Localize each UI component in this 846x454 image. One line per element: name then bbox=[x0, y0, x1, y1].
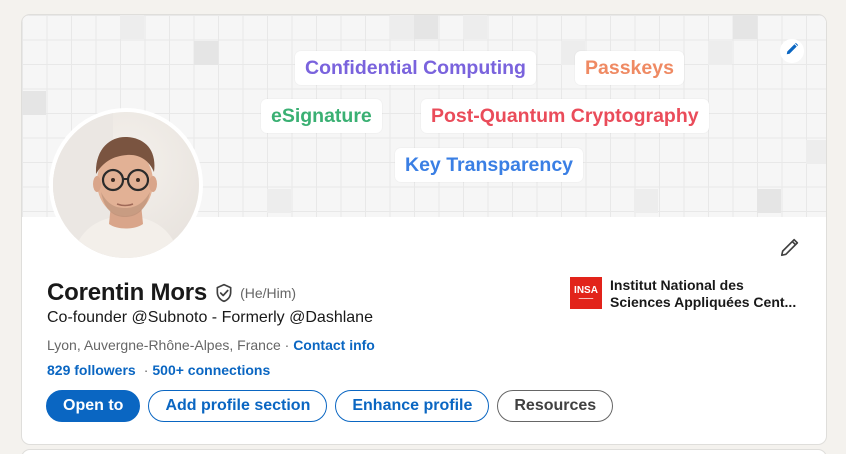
banner-grid-square bbox=[414, 15, 438, 39]
school-logo-text: INSA bbox=[574, 284, 598, 296]
profile-card: Confidential Computing Passkeys eSignatu… bbox=[21, 14, 827, 445]
banner-grid-square bbox=[733, 15, 757, 39]
pronouns: (He/Him) bbox=[240, 285, 297, 301]
avatar bbox=[53, 112, 199, 258]
add-profile-section-button[interactable]: Add profile section bbox=[148, 390, 328, 422]
banner-grid-square bbox=[634, 189, 658, 213]
school-logo: INSA ━━━━━━ bbox=[570, 277, 602, 309]
school-name-line2: Sciences Appliquées Cent... bbox=[610, 294, 797, 310]
resources-button[interactable]: Resources bbox=[497, 390, 614, 422]
education-link[interactable]: INSA ━━━━━━ Institut National des Scienc… bbox=[570, 277, 805, 311]
banner-grid-square bbox=[463, 15, 487, 39]
profile-name: Corentin Mors bbox=[47, 279, 208, 306]
banner-tag: Confidential Computing bbox=[295, 51, 536, 85]
enhance-profile-button[interactable]: Enhance profile bbox=[335, 390, 490, 422]
profile-headline: Co-founder @Subnoto - Formerly @Dashlane bbox=[47, 309, 373, 326]
banner-grid-square bbox=[22, 91, 46, 115]
banner-grid-square bbox=[390, 15, 414, 39]
network-stats: 829 followers · 500+ connections bbox=[47, 362, 270, 378]
school-name-line1: Institut National des bbox=[610, 277, 744, 293]
banner-grid-square bbox=[708, 41, 732, 65]
next-card bbox=[21, 449, 827, 454]
open-to-button[interactable]: Open to bbox=[46, 390, 141, 422]
followers-link[interactable]: 829 followers bbox=[47, 362, 136, 378]
banner-tag: Passkeys bbox=[575, 51, 684, 85]
profile-actions: Open to Add profile section Enhance prof… bbox=[46, 390, 621, 422]
pencil-icon bbox=[779, 236, 801, 263]
banner-grid-square bbox=[757, 189, 781, 213]
banner-tag: Post-Quantum Cryptography bbox=[421, 99, 709, 133]
school-name: Institut National des Sciences Appliquée… bbox=[610, 277, 805, 311]
banner-grid-square bbox=[194, 41, 218, 65]
banner-tag: Key Transparency bbox=[395, 148, 584, 182]
edit-banner-button[interactable] bbox=[780, 39, 804, 63]
banner-grid-square bbox=[267, 189, 291, 213]
location-row: Lyon, Auvergne-Rhône-Alpes, France · Con… bbox=[47, 337, 375, 353]
connections-link[interactable]: 500+ connections bbox=[152, 362, 270, 378]
banner-grid-square bbox=[120, 15, 144, 39]
location: Lyon, Auvergne-Rhône-Alpes, France bbox=[47, 337, 281, 353]
profile-photo[interactable] bbox=[49, 108, 203, 262]
verified-shield-icon[interactable] bbox=[214, 283, 234, 303]
banner-tag: eSignature bbox=[261, 99, 382, 133]
banner-grid-square bbox=[806, 140, 826, 164]
contact-info-link[interactable]: Contact info bbox=[293, 337, 375, 353]
pencil-icon bbox=[785, 42, 799, 61]
name-row: Corentin Mors (He/Him) bbox=[47, 279, 296, 307]
location-separator: · bbox=[280, 337, 294, 353]
edit-intro-button[interactable] bbox=[774, 233, 806, 265]
stats-separator: · bbox=[143, 362, 149, 378]
